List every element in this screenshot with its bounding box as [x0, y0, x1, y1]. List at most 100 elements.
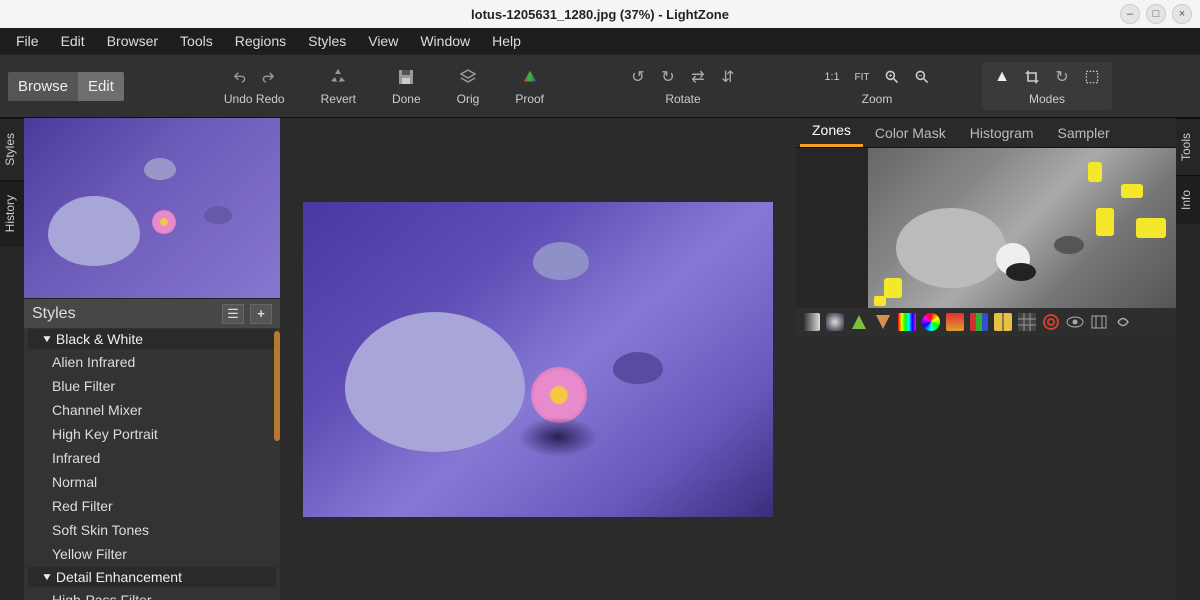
menu-regions[interactable]: Regions	[225, 30, 296, 52]
revert-label: Revert	[321, 92, 356, 106]
linear-gradient-icon[interactable]	[802, 313, 820, 331]
close-button[interactable]: ×	[1172, 4, 1192, 24]
style-item[interactable]: Infrared	[24, 446, 280, 470]
rotate-left-icon[interactable]: ↺	[628, 67, 648, 87]
style-item[interactable]: Alien Infrared	[24, 350, 280, 374]
window-title: lotus-1205631_1280.jpg (37%) - LightZone	[471, 7, 729, 22]
chevron-down-icon: ▼	[41, 572, 53, 583]
window-controls: – □ ×	[1120, 4, 1192, 24]
style-item[interactable]: Normal	[24, 470, 280, 494]
styles-scrollbar[interactable]	[274, 331, 280, 441]
zoom-out-icon[interactable]	[912, 67, 932, 87]
layers-icon[interactable]	[458, 67, 478, 87]
styles-panel-header: Styles ☰ +	[24, 298, 280, 328]
info-tab-vertical[interactable]: Info	[1176, 175, 1200, 224]
menu-window[interactable]: Window	[410, 30, 480, 52]
menu-styles[interactable]: Styles	[298, 30, 356, 52]
style-item[interactable]: Red Filter	[24, 494, 280, 518]
style-item[interactable]: Blue Filter	[24, 374, 280, 398]
hue-strip-icon[interactable]	[898, 313, 916, 331]
tools-tab-vertical[interactable]: Tools	[1176, 118, 1200, 175]
pointer-icon[interactable]: ▲	[992, 67, 1012, 87]
zoom-group: 1:1 FIT Zoom	[808, 66, 946, 106]
styles-list: ▼Black & White Alien Infrared Blue Filte…	[24, 328, 280, 600]
main-toolbar: Browse Edit Undo Redo Revert Done Orig P…	[0, 54, 1200, 118]
styles-tab-vertical[interactable]: Styles	[0, 118, 24, 180]
undo-icon[interactable]	[229, 67, 249, 87]
style-item[interactable]: Yellow Filter	[24, 542, 280, 566]
orig-label: Orig	[457, 92, 480, 106]
style-group-header[interactable]: ▼Detail Enhancement	[28, 567, 276, 587]
style-item[interactable]: High Key Portrait	[24, 422, 280, 446]
style-group-label: Black & White	[56, 331, 143, 347]
styles-add-icon[interactable]: +	[250, 304, 272, 324]
styles-list-icon[interactable]: ☰	[222, 304, 244, 324]
style-group-header[interactable]: ▼Black & White	[28, 329, 276, 349]
eye-icon[interactable]	[1066, 313, 1084, 331]
image-canvas[interactable]	[280, 118, 796, 600]
modes-group: ▲ ↻ Modes	[982, 62, 1112, 110]
triangle-up-icon[interactable]	[850, 313, 868, 331]
region-icon[interactable]	[1082, 67, 1102, 87]
recycle-icon[interactable]	[328, 67, 348, 87]
redo-icon[interactable]	[259, 67, 279, 87]
zoom-fit-button[interactable]: FIT	[852, 67, 872, 87]
proof-icon[interactable]	[520, 67, 540, 87]
histogram-tab[interactable]: Histogram	[958, 119, 1046, 147]
menu-tools[interactable]: Tools	[170, 30, 223, 52]
rotate-label: Rotate	[665, 92, 700, 106]
edited-image	[303, 202, 773, 517]
tool-icon-row	[796, 308, 1176, 336]
split-icon[interactable]	[994, 313, 1012, 331]
sampler-tab[interactable]: Sampler	[1046, 119, 1122, 147]
style-item[interactable]: High-Pass Filter	[24, 588, 280, 600]
menu-bar: File Edit Browser Tools Regions Styles V…	[0, 28, 1200, 54]
color-wheel-icon[interactable]	[922, 313, 940, 331]
edit-mode-button[interactable]: Edit	[78, 72, 124, 101]
radial-gradient-icon[interactable]	[826, 313, 844, 331]
right-tab-strip: Tools Info	[1176, 118, 1200, 600]
window-titlebar: lotus-1205631_1280.jpg (37%) - LightZone…	[0, 0, 1200, 28]
revert-group: Revert	[307, 66, 370, 106]
maximize-button[interactable]: □	[1146, 4, 1166, 24]
styles-panel-title: Styles	[32, 305, 76, 323]
rotate-mode-icon[interactable]: ↻	[1052, 67, 1072, 87]
save-icon[interactable]	[396, 67, 416, 87]
film-icon[interactable]	[1090, 313, 1108, 331]
style-item[interactable]: Channel Mixer	[24, 398, 280, 422]
left-tab-strip: Styles History	[0, 118, 24, 600]
left-panel: Styles ☰ + ▼Black & White Alien Infrared…	[24, 118, 280, 600]
history-tab-vertical[interactable]: History	[0, 180, 24, 246]
flip-v-icon[interactable]: ⇵	[718, 67, 738, 87]
menu-browser[interactable]: Browser	[97, 30, 168, 52]
browse-mode-button[interactable]: Browse	[8, 72, 78, 101]
rgb-icon[interactable]	[970, 313, 988, 331]
menu-edit[interactable]: Edit	[51, 30, 95, 52]
menu-help[interactable]: Help	[482, 30, 531, 52]
flip-h-icon[interactable]: ⇄	[688, 67, 708, 87]
thumbnail-preview[interactable]	[24, 118, 280, 298]
triangle-down-icon[interactable]	[874, 313, 892, 331]
done-group: Done	[378, 66, 435, 106]
crop-icon[interactable]	[1022, 67, 1042, 87]
menu-view[interactable]: View	[358, 30, 408, 52]
vignette-icon[interactable]	[1114, 313, 1132, 331]
proof-group: Proof	[501, 66, 558, 106]
temperature-icon[interactable]	[946, 313, 964, 331]
zones-tab[interactable]: Zones	[800, 116, 863, 147]
style-item[interactable]: Soft Skin Tones	[24, 518, 280, 542]
rotate-right-icon[interactable]: ↻	[658, 67, 678, 87]
grid-icon[interactable]	[1018, 313, 1036, 331]
main-area: Styles History Styles ☰ + ▼Black & White…	[0, 118, 1200, 600]
menu-file[interactable]: File	[6, 30, 49, 52]
mode-switch: Browse Edit	[8, 72, 124, 101]
minimize-button[interactable]: –	[1120, 4, 1140, 24]
color-mask-tab[interactable]: Color Mask	[863, 119, 958, 147]
zoom-in-icon[interactable]	[882, 67, 902, 87]
zones-preview[interactable]	[796, 148, 1176, 308]
zoom-11-button[interactable]: 1:1	[822, 67, 842, 87]
rotate-group: ↺ ↻ ⇄ ⇵ Rotate	[614, 66, 752, 106]
target-icon[interactable]	[1042, 313, 1060, 331]
done-label: Done	[392, 92, 421, 106]
undo-redo-label: Undo Redo	[224, 92, 285, 106]
